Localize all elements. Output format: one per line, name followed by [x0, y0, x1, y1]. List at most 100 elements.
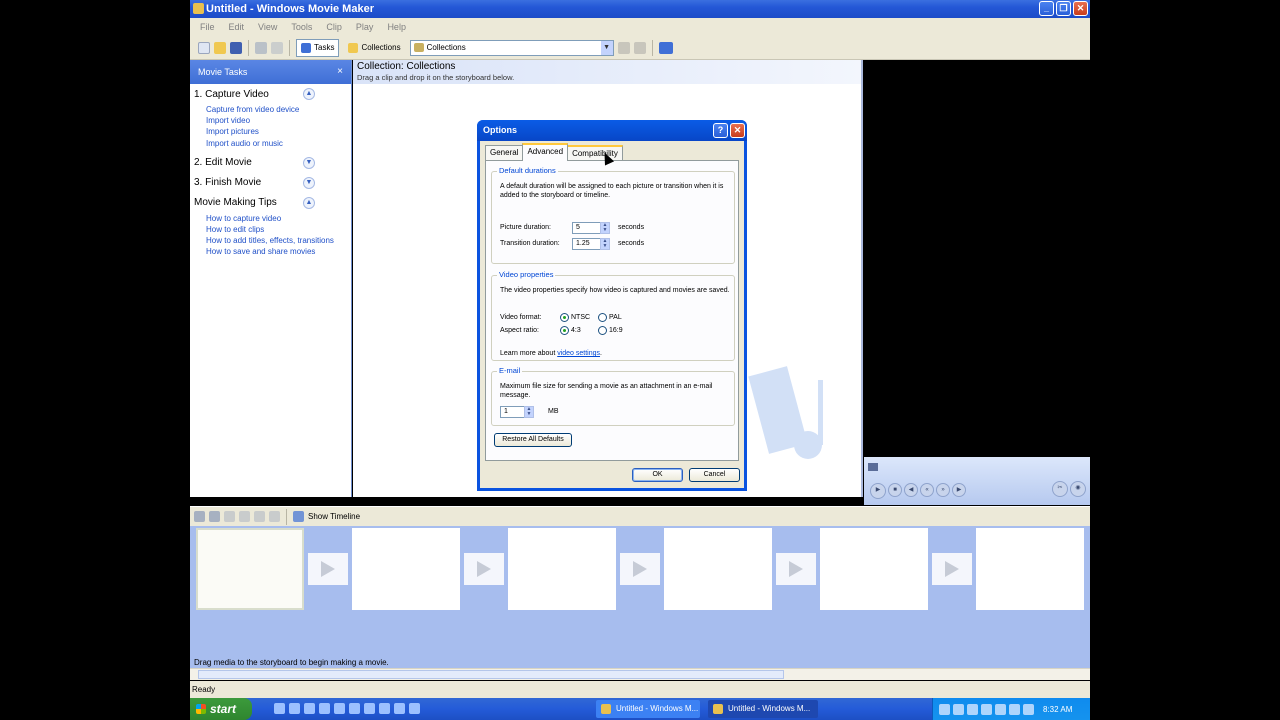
task-link[interactable]: How to edit clips [206, 224, 351, 235]
open-project-icon[interactable] [214, 41, 226, 54]
app-icon[interactable] [409, 703, 420, 714]
task-section-header[interactable]: Movie Making Tips ▲ [194, 193, 351, 213]
cancel-button[interactable]: Cancel [689, 468, 740, 482]
storyboard-scrollbar[interactable] [190, 668, 1090, 680]
task-link[interactable]: How to add titles, effects, transitions [206, 235, 351, 246]
close-pane-icon[interactable]: × [337, 60, 343, 84]
firefox-icon[interactable] [289, 703, 300, 714]
menu-tools[interactable]: Tools [291, 22, 312, 32]
radio-dot[interactable] [598, 326, 607, 335]
save-project-icon[interactable] [230, 41, 242, 54]
taskbar-window-button[interactable]: Untitled - Windows M... [596, 700, 700, 718]
chevron-down-icon[interactable]: ▼ [303, 156, 315, 169]
transition-slot[interactable] [308, 553, 348, 585]
new-project-icon[interactable] [198, 41, 210, 54]
undo-icon[interactable] [255, 41, 267, 54]
storyboard-cell[interactable] [352, 528, 460, 610]
tab-advanced[interactable]: Advanced [522, 143, 569, 161]
views-icon[interactable] [658, 41, 673, 54]
show-timeline-label[interactable]: Show Timeline [308, 512, 360, 521]
chevron-up-icon[interactable]: ▲ [303, 196, 315, 209]
chevron-down-icon[interactable]: ▼ [600, 40, 613, 55]
dialog-close-button[interactable]: ✕ [730, 123, 745, 138]
menu-help[interactable]: Help [387, 22, 406, 32]
radio-pal[interactable]: PAL [598, 313, 622, 322]
show-timeline-icon[interactable] [293, 511, 304, 522]
app-icon[interactable] [394, 703, 405, 714]
transition-slot[interactable] [620, 553, 660, 585]
tab-compatibility[interactable]: Compatibility [567, 145, 623, 161]
rewind-storyboard-icon[interactable] [254, 511, 265, 522]
taskbar-window-button-active[interactable]: Untitled - Windows M... [708, 700, 818, 718]
scrollbar-thumb[interactable] [198, 670, 784, 679]
storyboard[interactable]: Drag media to the storyboard to begin ma… [190, 526, 1090, 668]
dialog-title-bar[interactable]: Options ? ✕ [477, 120, 747, 141]
zoom-in-icon[interactable] [224, 511, 235, 522]
picture-duration-stepper[interactable]: 5 ▲ ▼ [572, 222, 610, 234]
radio-16-9[interactable]: 16:9 [598, 326, 623, 335]
previous-frame-icon[interactable]: ◀ [904, 483, 918, 497]
task-link[interactable]: How to capture video [206, 213, 351, 224]
tray-icon[interactable] [981, 703, 992, 715]
restore-button[interactable]: ❐ [1056, 1, 1071, 16]
task-section-header[interactable]: 3. Finish Movie ▼ [194, 173, 351, 193]
snapshot-icon[interactable]: ◉ [1070, 481, 1086, 497]
task-link[interactable]: How to save and share movies [206, 246, 351, 257]
spin-arrows-icon[interactable]: ▲ ▼ [600, 238, 610, 250]
tasks-button[interactable]: Tasks [296, 38, 340, 57]
ok-button[interactable]: OK [632, 468, 683, 482]
collections-dropdown[interactable]: Collections ▼ [409, 39, 614, 56]
video-settings-link[interactable]: video settings [557, 350, 600, 357]
transition-slot[interactable] [464, 553, 504, 585]
minimize-button[interactable]: _ [1039, 1, 1054, 16]
stop-icon[interactable]: ■ [888, 483, 902, 497]
task-link[interactable]: Import video [206, 115, 351, 126]
storyboard-icon[interactable] [194, 511, 205, 522]
radio-4-3[interactable]: 4:3 [560, 326, 581, 335]
transition-slot[interactable] [932, 553, 972, 585]
task-link[interactable]: Import pictures [206, 126, 351, 137]
app-icon[interactable] [349, 703, 360, 714]
tab-general[interactable]: General [485, 145, 524, 161]
radio-dot[interactable] [560, 326, 569, 335]
up-level-icon[interactable] [617, 41, 630, 54]
fast-forward-icon[interactable]: » [936, 483, 950, 497]
zoom-out-icon[interactable] [239, 511, 250, 522]
storyboard-cell[interactable] [820, 528, 928, 610]
app-icon[interactable] [379, 703, 390, 714]
app-icon[interactable] [364, 703, 375, 714]
ie-icon[interactable] [274, 703, 285, 714]
media-icon[interactable] [304, 703, 315, 714]
transition-slot[interactable] [776, 553, 816, 585]
app-icon[interactable] [319, 703, 330, 714]
chevron-up-icon[interactable]: ▲ [303, 88, 315, 100]
tray-icon[interactable] [1009, 703, 1020, 715]
chevron-down-icon[interactable]: ▼ [303, 176, 315, 189]
title-bar[interactable]: Untitled - Windows Movie Maker _ ❐ ✕ [190, 0, 1090, 18]
tray-icon[interactable] [939, 703, 950, 715]
clock[interactable]: 8:32 AM [1043, 705, 1072, 714]
close-button[interactable]: ✕ [1073, 1, 1088, 16]
play-icon[interactable]: ▶ [870, 483, 886, 499]
spin-arrows-icon[interactable]: ▲ ▼ [524, 406, 534, 418]
new-collection-icon[interactable] [633, 41, 646, 54]
spin-arrows-icon[interactable]: ▲ ▼ [600, 222, 610, 234]
email-size-stepper[interactable]: 1 ▲ ▼ [500, 406, 534, 418]
task-section-header[interactable]: 2. Edit Movie ▼ [194, 153, 351, 173]
menu-edit[interactable]: Edit [229, 22, 245, 32]
storyboard-cell[interactable] [508, 528, 616, 610]
restore-all-defaults-button[interactable]: Restore All Defaults [494, 433, 572, 447]
app-icon[interactable] [334, 703, 345, 714]
next-frame-icon[interactable]: ▶ [952, 483, 966, 497]
redo-icon[interactable] [271, 41, 283, 54]
collections-button[interactable]: Collections [343, 39, 405, 57]
task-link[interactable]: Import audio or music [206, 138, 351, 149]
transition-duration-stepper[interactable]: 1.25 ▲ ▼ [572, 238, 610, 250]
task-section-header[interactable]: 1. Capture Video ▲ [194, 84, 351, 104]
radio-dot[interactable] [560, 313, 569, 322]
help-button[interactable]: ? [713, 123, 728, 138]
menu-clip[interactable]: Clip [326, 22, 342, 32]
tray-icon[interactable] [1023, 703, 1034, 715]
tray-icon[interactable] [967, 703, 978, 715]
rewind-icon[interactable]: « [920, 483, 934, 497]
